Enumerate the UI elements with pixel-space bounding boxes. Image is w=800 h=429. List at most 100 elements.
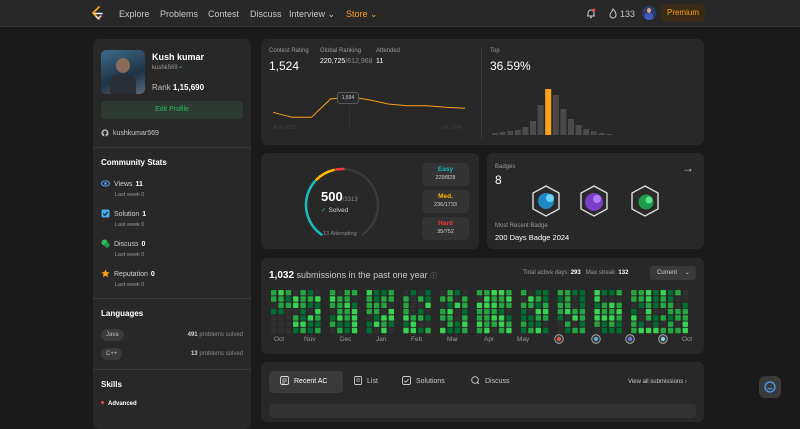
heatmap-cell xyxy=(491,308,497,315)
top-bar xyxy=(575,125,582,135)
difficulty-medium[interactable]: Med. 236/1733 xyxy=(422,190,469,213)
heatmap-cell xyxy=(454,327,461,334)
heatmap-cell xyxy=(660,302,666,308)
tab-recent-ac[interactable]: Recent AC xyxy=(269,371,343,393)
lang-count-value: 491 xyxy=(187,332,198,338)
top-bar xyxy=(560,109,567,135)
solved-card: 500/3313 ✓ Solved 13 Attempting Easy 229/… xyxy=(261,153,479,249)
streak-count[interactable]: 133 xyxy=(620,9,635,19)
heatmap-cell xyxy=(572,296,578,302)
bell-icon[interactable] xyxy=(586,8,596,19)
heatmap-cell xyxy=(351,327,358,334)
heatmap-cell xyxy=(462,296,468,302)
heatmap-cell xyxy=(594,321,600,327)
heatmap-cell xyxy=(344,296,350,302)
arrow-right-icon[interactable]: → xyxy=(682,161,694,175)
chevron-right-icon: › xyxy=(684,379,687,385)
heatmap-cell xyxy=(594,296,600,302)
heatmap-cell xyxy=(484,321,490,327)
monthly-badge-icon[interactable] xyxy=(554,334,564,344)
info-icon[interactable]: ⓘ xyxy=(430,273,437,280)
heatmap-cell xyxy=(454,315,461,321)
nav-store[interactable]: Store ⌄ xyxy=(346,9,378,20)
heatmap-cell xyxy=(366,327,372,334)
heatmap-cell xyxy=(293,321,299,327)
heatmap-cell xyxy=(285,315,292,321)
active-days-label: Total active days: xyxy=(523,270,570,276)
monthly-badge-icon[interactable] xyxy=(658,334,668,344)
heatmap-cell xyxy=(653,327,659,334)
feedback-button[interactable] xyxy=(759,376,781,398)
attended-label: Attended xyxy=(376,48,401,54)
heatmap-cell xyxy=(447,302,453,308)
heatmap-cell xyxy=(572,315,578,321)
heatmap-cell xyxy=(425,327,431,334)
solutions-icon xyxy=(402,376,411,385)
heatmap-cell xyxy=(381,308,387,315)
heatmap-cell xyxy=(293,302,299,308)
premium-button[interactable]: Premium xyxy=(661,4,705,22)
heatmap-cell xyxy=(682,327,688,334)
stat-label: Discuss xyxy=(114,241,139,248)
heatmap-cell xyxy=(675,290,681,296)
nav-problems[interactable]: Problems xyxy=(160,9,198,19)
tab-label: Recent AC xyxy=(294,378,328,385)
fire-icon[interactable] xyxy=(608,8,618,19)
chevron-down-icon: ⌄ xyxy=(370,9,378,19)
top-bar xyxy=(606,134,612,135)
top-nav: Explore Problems Contest Discuss Intervi… xyxy=(0,0,800,27)
edit-profile-button[interactable]: Edit Profile xyxy=(101,101,243,119)
heatmap-cell xyxy=(373,327,380,334)
view-all-submissions-link[interactable]: View all submissions › xyxy=(628,379,687,385)
heatmap-cell xyxy=(572,308,578,315)
nav-discuss[interactable]: Discuss xyxy=(250,9,282,19)
solved-label-text: Solved xyxy=(328,207,349,214)
top-value: 36.59% xyxy=(490,59,531,73)
heatmap-cell xyxy=(520,308,527,315)
tab-solutions[interactable]: Solutions xyxy=(402,371,445,393)
heatmap-cell xyxy=(388,296,394,302)
rating-line-chart[interactable] xyxy=(271,73,471,133)
heatmap-cell xyxy=(616,327,622,334)
heatmap-cell xyxy=(645,296,652,302)
top-bar xyxy=(568,119,574,135)
heatmap-cell xyxy=(660,296,666,302)
sub-label: Last week xyxy=(115,282,140,288)
github-link[interactable]: kushkumar569 xyxy=(101,129,159,137)
tab-discuss[interactable]: Discuss xyxy=(471,371,510,393)
monthly-badge-icon[interactable] xyxy=(625,334,635,344)
advanced-dot-icon xyxy=(101,401,104,404)
heatmap-cell xyxy=(528,315,534,321)
heatmap-cell xyxy=(484,315,490,321)
difficulty-easy[interactable]: Easy 229/828 xyxy=(422,163,469,186)
badge-100-days-icon[interactable] xyxy=(579,185,609,217)
heatmap-cell xyxy=(476,321,483,327)
nav-contest[interactable]: Contest xyxy=(208,9,239,19)
leetcode-logo-icon[interactable] xyxy=(90,6,104,21)
solved-label: ✓ Solved xyxy=(321,206,348,214)
heatmap-cell xyxy=(293,296,299,302)
heatmap-cell xyxy=(572,290,578,296)
heatmap-cell xyxy=(315,315,321,321)
heatmap-cell xyxy=(557,308,564,315)
top-bar-chart[interactable] xyxy=(490,83,696,135)
tab-list[interactable]: List xyxy=(354,371,378,393)
heatmap-cell xyxy=(484,290,490,296)
divider xyxy=(93,298,251,299)
rank-label: Rank xyxy=(152,83,171,92)
badge-200-days-icon[interactable] xyxy=(630,185,660,217)
heatmap-cell xyxy=(388,290,394,296)
year-select[interactable]: Current ⌄ xyxy=(650,266,696,280)
heatmap-cell xyxy=(271,290,277,296)
nav-interview[interactable]: Interview ⌄ xyxy=(289,9,335,20)
badge-50-days-icon[interactable] xyxy=(531,185,561,217)
heatmap-cell xyxy=(667,315,674,321)
heatmap-cell xyxy=(307,321,314,327)
difficulty-hard[interactable]: Hard 35/752 xyxy=(422,217,469,240)
heatmap-cell xyxy=(425,296,431,302)
avatar[interactable] xyxy=(642,6,656,20)
heatmap-cell xyxy=(601,315,608,321)
nav-explore[interactable]: Explore xyxy=(119,9,150,19)
heatmap-cell xyxy=(609,308,615,315)
monthly-badge-icon[interactable] xyxy=(591,334,601,344)
